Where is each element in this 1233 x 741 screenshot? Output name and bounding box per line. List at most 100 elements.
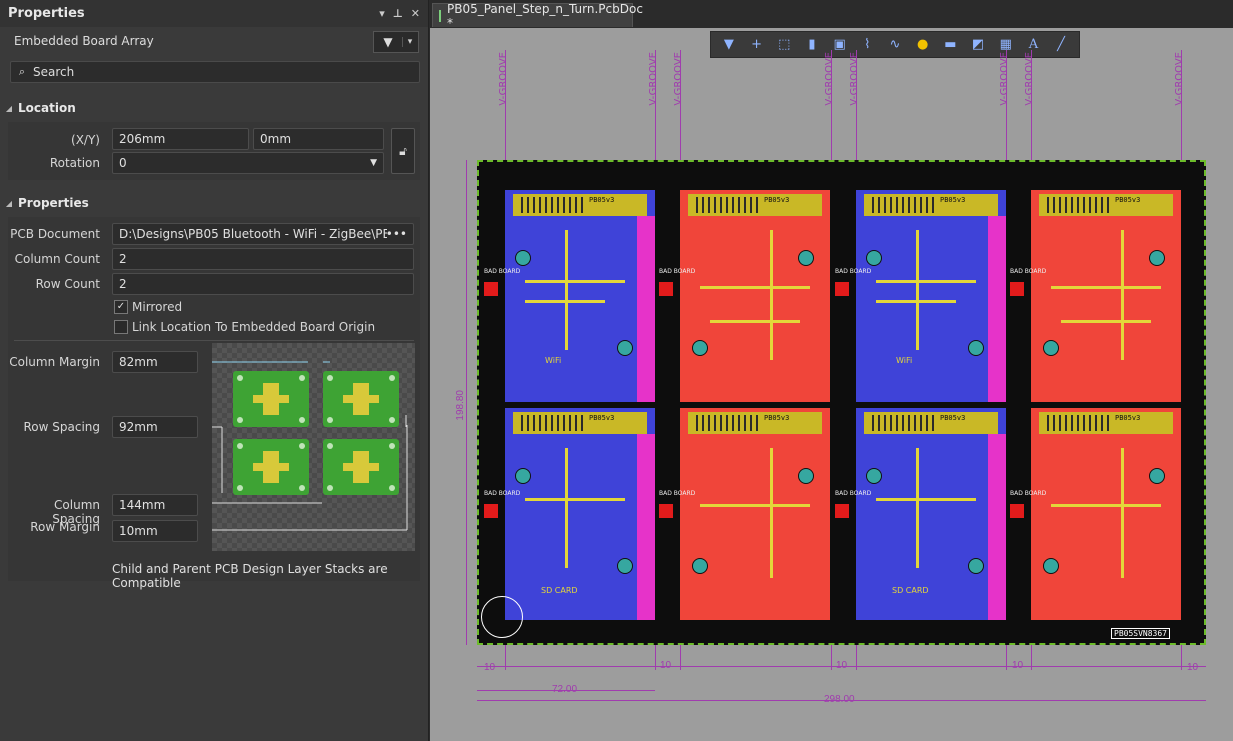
- select-rect-icon[interactable]: ⬚: [773, 37, 795, 52]
- embedded-board[interactable]: PB05v3: [1031, 190, 1181, 402]
- column-gap-dimension: 10: [1012, 660, 1024, 671]
- tab-label: PB05_Panel_Step_n_Turn.PcbDoc *: [447, 1, 643, 30]
- properties-section-header[interactable]: ◢ Properties: [0, 193, 428, 213]
- bad-board-marker: [659, 282, 673, 296]
- wifi-label: WiFi: [545, 356, 562, 365]
- pin-icon[interactable]: ⊥: [393, 7, 403, 20]
- y-field[interactable]: 0mm: [253, 128, 384, 150]
- bad-board-label: BAD BOARD: [1010, 490, 1047, 497]
- embedded-board[interactable]: PB05v3 WiFi: [856, 190, 1006, 402]
- browse-icon[interactable]: •••: [386, 227, 407, 241]
- row-count-field[interactable]: 2: [112, 273, 414, 295]
- bad-board-label: BAD BOARD: [659, 490, 696, 497]
- location-section-header[interactable]: ◢ Location: [0, 98, 428, 118]
- board-id: PB05v3: [589, 414, 615, 422]
- line-icon[interactable]: ╱: [1050, 37, 1072, 52]
- link-location-checkbox[interactable]: [114, 320, 128, 334]
- pcb-document-field[interactable]: D:\Designs\PB05 Bluetooth - WiFi - ZigBe…: [112, 223, 414, 245]
- chevron-down-icon[interactable]: ▾: [402, 37, 417, 47]
- collapse-icon: ◢: [5, 198, 13, 208]
- close-icon[interactable]: ✕: [411, 7, 420, 20]
- rotation-select[interactable]: 0 ▼: [112, 152, 384, 174]
- embedded-board[interactable]: PB05v3 SD CARD: [505, 408, 655, 620]
- document-tab-bar: PB05_Panel_Step_n_Turn.PcbDoc *: [430, 0, 1233, 30]
- board-id: PB05v3: [940, 414, 966, 422]
- fiducial-icon: [481, 596, 523, 638]
- sd-card-label: SD CARD: [541, 586, 578, 595]
- collapse-icon: ◢: [5, 103, 13, 113]
- board-id: PB05v3: [764, 414, 790, 422]
- column-count-label: Column Count: [14, 252, 100, 266]
- embedded-board[interactable]: PB05v3 WiFi: [505, 190, 655, 402]
- vgroove-label: V-GROOVE: [1024, 52, 1035, 106]
- vgroove-label: V-GROOVE: [498, 52, 509, 106]
- board-id: PB05v3: [1115, 414, 1141, 422]
- column-margin-label: Column Margin: [9, 355, 100, 369]
- lock-icon: 🔓︎: [399, 143, 407, 158]
- vgroove-label: V-GROOVE: [824, 52, 835, 106]
- mirrored-checkbox[interactable]: ✓: [114, 300, 128, 314]
- board-id: PB05v3: [940, 196, 966, 204]
- object-type-label: Embedded Board Array: [14, 34, 154, 48]
- column-gap-dimension: 10: [836, 660, 848, 671]
- row-margin-label: Row Margin: [30, 520, 100, 534]
- row-margin-field[interactable]: 10mm: [112, 520, 198, 542]
- bad-board-label: BAD BOARD: [1010, 268, 1047, 275]
- text-icon[interactable]: A: [1022, 37, 1044, 52]
- embedded-board[interactable]: PB05v3: [680, 190, 830, 402]
- serial-number: PB05SVN8367: [1111, 628, 1170, 639]
- link-location-label: Link Location To Embedded Board Origin: [132, 320, 376, 334]
- bad-board-marker: [484, 504, 498, 518]
- mirrored-label: Mirrored: [132, 300, 183, 314]
- bad-board-label: BAD BOARD: [835, 490, 872, 497]
- margin-right-dimension: 10: [1187, 662, 1199, 673]
- filter-icon[interactable]: ▼: [718, 37, 740, 52]
- column-spacing-field[interactable]: 144mm: [112, 494, 198, 516]
- route-icon[interactable]: ⌇: [856, 37, 878, 52]
- chart-icon[interactable]: ▮: [801, 37, 823, 52]
- rotation-label: Rotation: [49, 156, 100, 170]
- key-icon[interactable]: ●: [912, 37, 934, 52]
- layer-icon[interactable]: ▬: [939, 37, 961, 52]
- height-dimension: 198.80: [455, 390, 466, 421]
- location-header-label: Location: [18, 101, 76, 115]
- x-field[interactable]: 206mm: [112, 128, 249, 150]
- wifi-label: WiFi: [896, 356, 913, 365]
- bad-board-marker: [484, 282, 498, 296]
- margin-left-dimension: 10: [484, 662, 496, 673]
- wave-icon[interactable]: ∿: [884, 37, 906, 52]
- crosshair-icon[interactable]: +: [746, 37, 768, 52]
- search-placeholder: Search: [33, 65, 75, 79]
- embedded-board[interactable]: PB05v3 SD CARD: [856, 408, 1006, 620]
- search-input[interactable]: ⌕ Search: [10, 61, 420, 83]
- chevron-down-icon: ▼: [370, 158, 377, 168]
- array-preview-diagram: [212, 343, 415, 551]
- row-count-label: Row Count: [35, 277, 100, 291]
- properties-panel: Properties ▾ ⊥ ✕ Embedded Board Array ▼ …: [0, 0, 429, 741]
- tab-pcb-document[interactable]: PB05_Panel_Step_n_Turn.PcbDoc *: [432, 2, 643, 30]
- panel-menu-icon[interactable]: ▾: [379, 7, 385, 20]
- square-icon[interactable]: ◩: [967, 37, 989, 52]
- embedded-board[interactable]: PB05v3: [1031, 408, 1181, 620]
- board-width-dimension: 72.00: [552, 684, 578, 695]
- pcb-doc-icon: [439, 9, 441, 22]
- panel-title: Properties: [8, 6, 85, 21]
- column-count-field[interactable]: 2: [112, 248, 414, 270]
- filter-icon: ▼: [383, 35, 393, 49]
- embedded-board[interactable]: PB05v3: [680, 408, 830, 620]
- vgroove-label: V-GROOVE: [673, 52, 684, 106]
- filter-button[interactable]: ▼ ▾: [373, 31, 419, 53]
- bad-board-label: BAD BOARD: [484, 268, 521, 275]
- column-margin-field[interactable]: 82mm: [112, 351, 198, 373]
- preview-guides: [212, 361, 408, 531]
- rotation-value: 0: [119, 156, 127, 170]
- total-width-dimension: 298.00: [824, 694, 855, 705]
- row-spacing-field[interactable]: 92mm: [112, 416, 198, 438]
- bad-board-label: BAD BOARD: [659, 268, 696, 275]
- sd-card-label: SD CARD: [892, 586, 929, 595]
- lock-button[interactable]: 🔓︎: [391, 128, 415, 174]
- bad-board-marker: [835, 282, 849, 296]
- search-icon: ⌕: [18, 65, 26, 78]
- compatibility-note: Child and Parent PCB Design Layer Stacks…: [112, 562, 388, 590]
- divider: [14, 340, 414, 341]
